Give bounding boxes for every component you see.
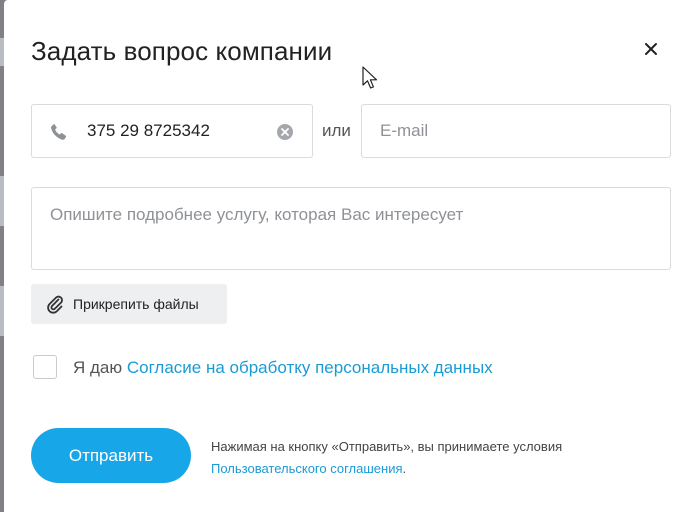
ask-question-dialog: Задать вопрос компании или Прикрепить фа… bbox=[4, 0, 695, 512]
consent-text: Я даю Согласие на обработку персональных… bbox=[73, 358, 493, 378]
mouse-cursor-icon bbox=[362, 66, 378, 89]
close-button[interactable] bbox=[638, 36, 664, 62]
description-field[interactable] bbox=[31, 187, 671, 270]
terms-link[interactable]: Пользовательского соглашения bbox=[211, 461, 403, 476]
description-input[interactable] bbox=[50, 204, 650, 260]
phone-input[interactable] bbox=[87, 105, 267, 157]
attach-files-button[interactable]: Прикрепить файлы bbox=[31, 284, 227, 324]
consent-checkbox[interactable] bbox=[33, 355, 57, 379]
or-label: или bbox=[322, 121, 351, 140]
dialog-title: Задать вопрос компании bbox=[31, 36, 333, 66]
terms-notice: Нажимая на кнопку «Отправить», вы приним… bbox=[211, 436, 562, 480]
email-field[interactable] bbox=[361, 104, 671, 158]
submit-button[interactable]: Отправить bbox=[31, 428, 191, 483]
phone-icon bbox=[51, 123, 67, 140]
terms-text: Нажимая на кнопку «Отправить», вы приним… bbox=[211, 439, 563, 454]
email-input[interactable] bbox=[380, 105, 660, 157]
paperclip-icon bbox=[47, 295, 63, 314]
attach-files-label: Прикрепить файлы bbox=[73, 296, 199, 312]
clear-icon[interactable] bbox=[276, 123, 294, 141]
terms-suffix: . bbox=[402, 461, 407, 476]
consent-link[interactable]: Согласие на обработку персональных данны… bbox=[127, 358, 493, 377]
close-icon bbox=[645, 43, 657, 55]
consent-prefix: Я даю bbox=[73, 358, 127, 377]
phone-field[interactable] bbox=[31, 104, 313, 158]
terms-line-2: Пользовательского соглашения. bbox=[211, 458, 562, 480]
